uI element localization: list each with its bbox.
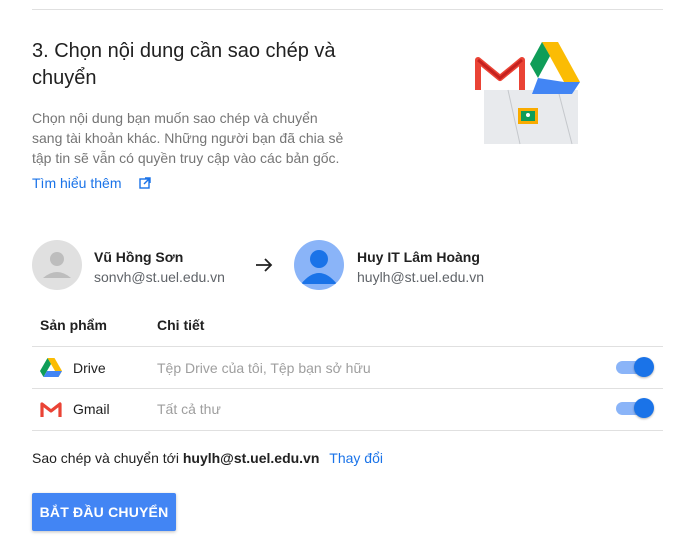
description-line1: Chọn nội dung bạn muốn sao chép và chuyể… — [32, 110, 318, 126]
step-title-line2: chuyển — [32, 67, 97, 89]
header-detail: Chi tiết — [157, 317, 205, 333]
source-account-name: Vũ Hồng Sơn — [94, 249, 184, 265]
target-account-name: Huy IT Lâm Hoàng — [357, 249, 480, 265]
summary-prefix: Sao chép và chuyển tới — [32, 450, 179, 466]
toggle-thumb — [634, 398, 654, 418]
divider — [32, 346, 663, 347]
source-account-email: sonvh@st.uel.edu.vn — [94, 269, 225, 285]
product-name-gmail: Gmail — [73, 401, 110, 417]
gmail-toggle[interactable] — [614, 398, 654, 418]
product-detail-gmail: Tất cả thư — [157, 401, 221, 417]
step-title: 3. Chọn nội dung cần sao chép và chuyển — [32, 38, 412, 92]
gmail-icon — [40, 402, 62, 417]
product-detail-drive: Tệp Drive của tôi, Tệp bạn sở hữu — [157, 360, 371, 376]
divider — [32, 388, 663, 389]
arrow-right-icon — [256, 258, 273, 272]
step-description: Chọn nội dung bạn muốn sao chép và chuyể… — [32, 108, 392, 168]
drive-toggle[interactable] — [614, 357, 654, 377]
start-transfer-button[interactable]: BẮT ĐẦU CHUYỂN — [32, 493, 176, 531]
source-avatar — [32, 240, 82, 290]
person-icon — [43, 252, 71, 278]
transfer-illustration-icon — [475, 42, 580, 145]
change-account-link[interactable]: Thay đổi — [329, 450, 383, 466]
person-icon — [301, 250, 337, 284]
external-link-icon[interactable] — [139, 177, 151, 189]
transfer-summary: Sao chép và chuyển tới huylh@st.uel.edu.… — [32, 450, 383, 466]
header-product: Sản phẩm — [40, 317, 107, 333]
learn-more-link[interactable]: Tìm hiểu thêm — [32, 173, 121, 193]
target-account-email: huylh@st.uel.edu.vn — [357, 269, 485, 285]
toggle-thumb — [634, 357, 654, 377]
description-line2: sang tài khoản khác. Những người bạn đã … — [32, 130, 344, 146]
summary-target-email: huylh@st.uel.edu.vn — [182, 450, 320, 466]
top-divider — [32, 9, 663, 10]
product-name-drive: Drive — [73, 360, 106, 376]
drive-icon — [40, 358, 62, 377]
target-avatar — [294, 240, 344, 290]
divider — [32, 430, 663, 431]
description-line3: tập tin sẽ vẫn có quyền truy cập vào các… — [32, 150, 340, 166]
step-title-line1: 3. Chọn nội dung cần sao chép và — [32, 40, 336, 62]
